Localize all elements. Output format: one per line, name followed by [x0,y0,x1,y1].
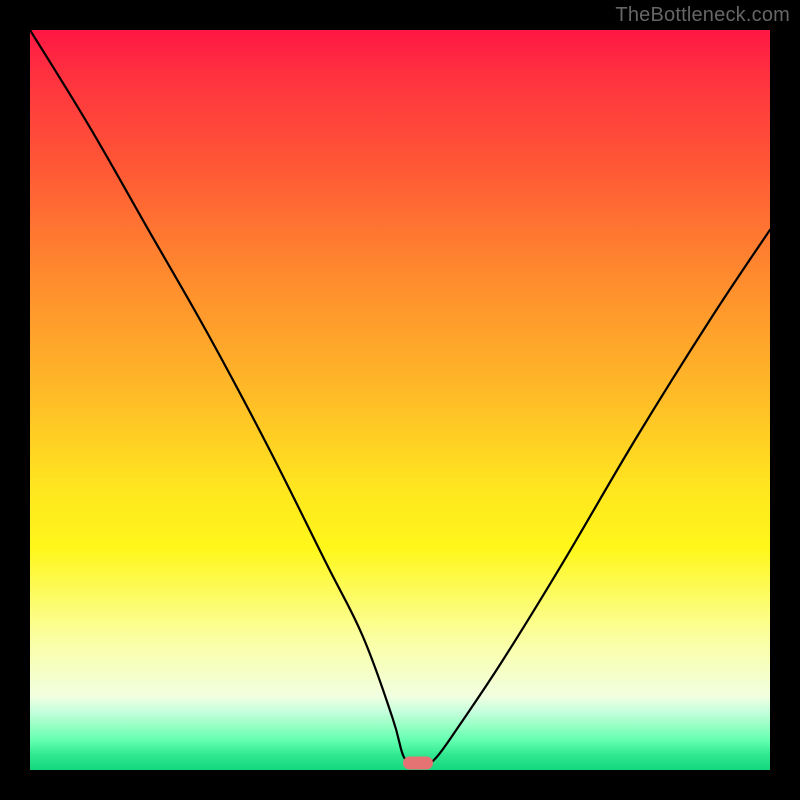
plot-area [30,30,770,770]
watermark-label: TheBottleneck.com [615,4,790,27]
optimal-point-marker [403,757,433,770]
bottleneck-curve [30,30,770,770]
chart-frame: TheBottleneck.com [0,0,800,800]
